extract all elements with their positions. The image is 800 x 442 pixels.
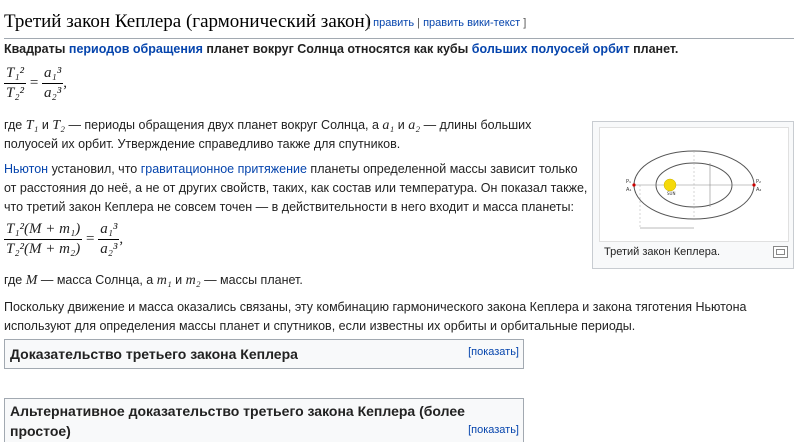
law-text-2: планет вокруг Солнца относятся как кубы [202,42,472,56]
text: где [4,118,26,132]
text: установил, что [48,162,141,176]
para-newton-line2: от расстояния до неё, а не от других сво… [4,181,588,195]
label-a2: A₂ [756,187,761,193]
para-newton-line1: Ньютон установил, что гравитационное при… [4,160,578,179]
formula2-right-den: a₂³ [100,241,118,257]
text: и [171,273,186,287]
para-newton-line3: что третий закон Кеплера не совсем точен… [4,200,574,214]
formula2-equals: = [85,230,95,247]
formula1-left-den: T₂² [6,85,25,101]
label-p2: P₂ [756,179,761,185]
formula2-comma: , [119,230,124,247]
para-usage-line2: используют для определения массы планет … [4,319,636,333]
text: и [394,118,409,132]
formula-kepler-mass: T₁²(M + m₁) T₂²(M + m₂) = a₁³ a₂³, [4,220,123,259]
kepler-figure: SUN P₁ A₁ P₂ A₂ Третий закон Кеплера. [592,121,794,269]
formula2-left-den: T₂²(M + m₂) [6,241,81,257]
para-masses: где M — масса Солнца, а m₁ и m₂ — массы … [4,271,303,290]
formula1-right-den: a₂³ [44,85,62,101]
math-m2: m₂ [185,273,201,288]
alt-proof-show-toggle[interactable]: [показать] [468,424,519,436]
para-periods-line2: полуосей их орбит. Утверждение справедли… [4,137,401,151]
text: где [4,273,26,287]
edit-section-links: [ править | править вики-текст ] [367,17,526,29]
para-periods-line1: где T₁ и T₂ — периоды обращения двух пла… [4,116,531,135]
proof-box-title: Доказательство третьего закона Кеплера [10,346,298,362]
math-m1: m₁ [156,273,172,288]
math-T1: T₁ [25,118,39,133]
formula2-left-fraction: T₁²(M + m₁) T₂²(M + m₂) [4,220,83,259]
formula1-equals: = [29,74,39,91]
sun-label: SUN [667,191,675,196]
edit-bracket-close: ] [520,17,527,29]
formula1-comma: , [63,74,67,91]
law-text-3: планет. [629,42,679,56]
math-a1: a₁ [382,118,395,133]
formula1-right-fraction: a₁³ a₂³ [42,64,64,103]
formula1-right-num: a₁³ [42,64,64,84]
text: — длины больших [420,118,532,132]
math-M: M [25,273,38,288]
formula2-left-num: T₁²(M + m₁) [4,220,83,240]
sun-icon [663,178,677,192]
edit-source-link[interactable]: править вики-текст [423,17,520,29]
proof-show-toggle[interactable]: [показать] [468,346,519,358]
collapsible-proof-box: Доказательство третьего закона Кеплера [… [4,339,524,369]
text: — периоды обращения двух планет вокруг С… [64,118,383,132]
planet-marker-left [632,183,636,187]
collapsible-alt-proof-box: Альтернативное доказательство третьего з… [4,398,524,442]
label-p1: P₁ [626,179,631,185]
gravity-link[interactable]: гравитационное притяжение [141,162,307,176]
text: и [38,118,53,132]
formula-kepler-basic: T₁² T₂² = a₁³ a₂³, [4,64,67,103]
edit-link[interactable]: править [373,17,414,29]
formula2-right-fraction: a₁³ a₂³ [98,220,120,259]
text: — массы планет. [200,273,303,287]
orbital-period-link[interactable]: периодов обращения [69,42,203,56]
text: планеты определенной массы зависит тольк… [306,162,578,176]
formula1-left-fraction: T₁² T₂² [4,64,27,103]
figure-caption: Третий закон Кеплера. [604,246,721,258]
section-title: Третий закон Кеплера (гармонический зако… [4,11,372,32]
orbit-diagram-svg: SUN P₁ A₁ P₂ A₂ [626,150,761,229]
semi-major-axis-link[interactable]: больших полуосей орбит [472,42,630,56]
formula1-left-num: T₁² [4,64,27,84]
kepler-orbit-diagram[interactable]: SUN P₁ A₁ P₂ A₂ [599,127,789,242]
para-usage-line1: Поскольку движение и масса оказались свя… [4,300,747,314]
section-heading: Третий закон Кеплера (гармонический зако… [4,8,794,39]
text: — масса Солнца, а [37,273,157,287]
label-a1: A₁ [626,187,631,193]
enlarge-icon[interactable] [773,246,788,258]
formula2-right-num: a₁³ [98,220,120,240]
law-statement: Квадраты периодов обращения планет вокру… [4,40,678,59]
math-a2: a₂ [408,118,421,133]
alt-proof-title-line1: Альтернативное доказательство третьего з… [10,403,465,419]
newton-link[interactable]: Ньютон [4,162,48,176]
edit-separator: | [414,17,424,29]
law-text-1: Квадраты [4,42,69,56]
math-T2: T₂ [52,118,65,133]
alt-proof-title-line2: простое) [10,423,71,439]
